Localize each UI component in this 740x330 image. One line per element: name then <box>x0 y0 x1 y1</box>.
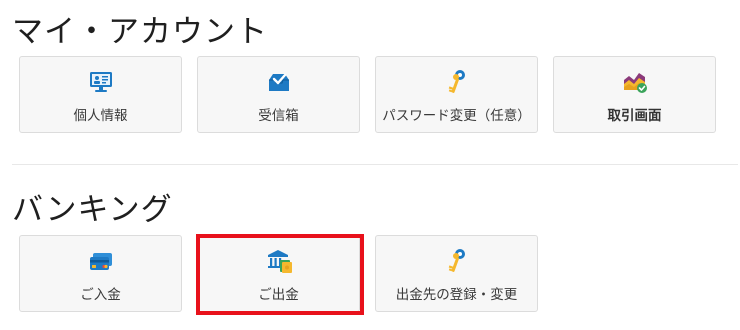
trading-chart-icon <box>621 68 649 96</box>
tile-label: ご出金 <box>258 287 299 303</box>
inbox-tray-icon <box>265 68 293 96</box>
tile-deposit[interactable]: ご入金 <box>19 235 182 312</box>
tile-label: 個人情報 <box>73 108 128 124</box>
tile-withdraw[interactable]: ご出金 <box>197 235 360 312</box>
keys-icon <box>443 247 471 275</box>
bank-withdraw-icon <box>265 247 293 275</box>
tile-label: 受信箱 <box>258 108 299 124</box>
credit-cards-icon <box>87 247 115 275</box>
tile-password-change[interactable]: パスワード変更（任意） <box>375 56 538 133</box>
section-title-my-account: マイ・アカウント <box>12 14 268 50</box>
tile-label: 出金先の登録・変更 <box>395 287 518 303</box>
tile-withdraw-destination[interactable]: 出金先の登録・変更 <box>375 235 538 312</box>
keys-icon <box>443 68 471 96</box>
monitor-profile-icon <box>87 68 115 96</box>
tile-inbox[interactable]: 受信箱 <box>197 56 360 133</box>
tile-label: ご入金 <box>80 287 121 303</box>
tile-label: パスワード変更（任意） <box>382 108 531 124</box>
tile-trading-screen[interactable]: 取引画面 <box>553 56 716 133</box>
section-divider <box>12 164 738 165</box>
section-title-banking: バンキング <box>12 192 173 228</box>
tile-label: 取引画面 <box>607 108 662 124</box>
tile-personal-info[interactable]: 個人情報 <box>19 56 182 133</box>
